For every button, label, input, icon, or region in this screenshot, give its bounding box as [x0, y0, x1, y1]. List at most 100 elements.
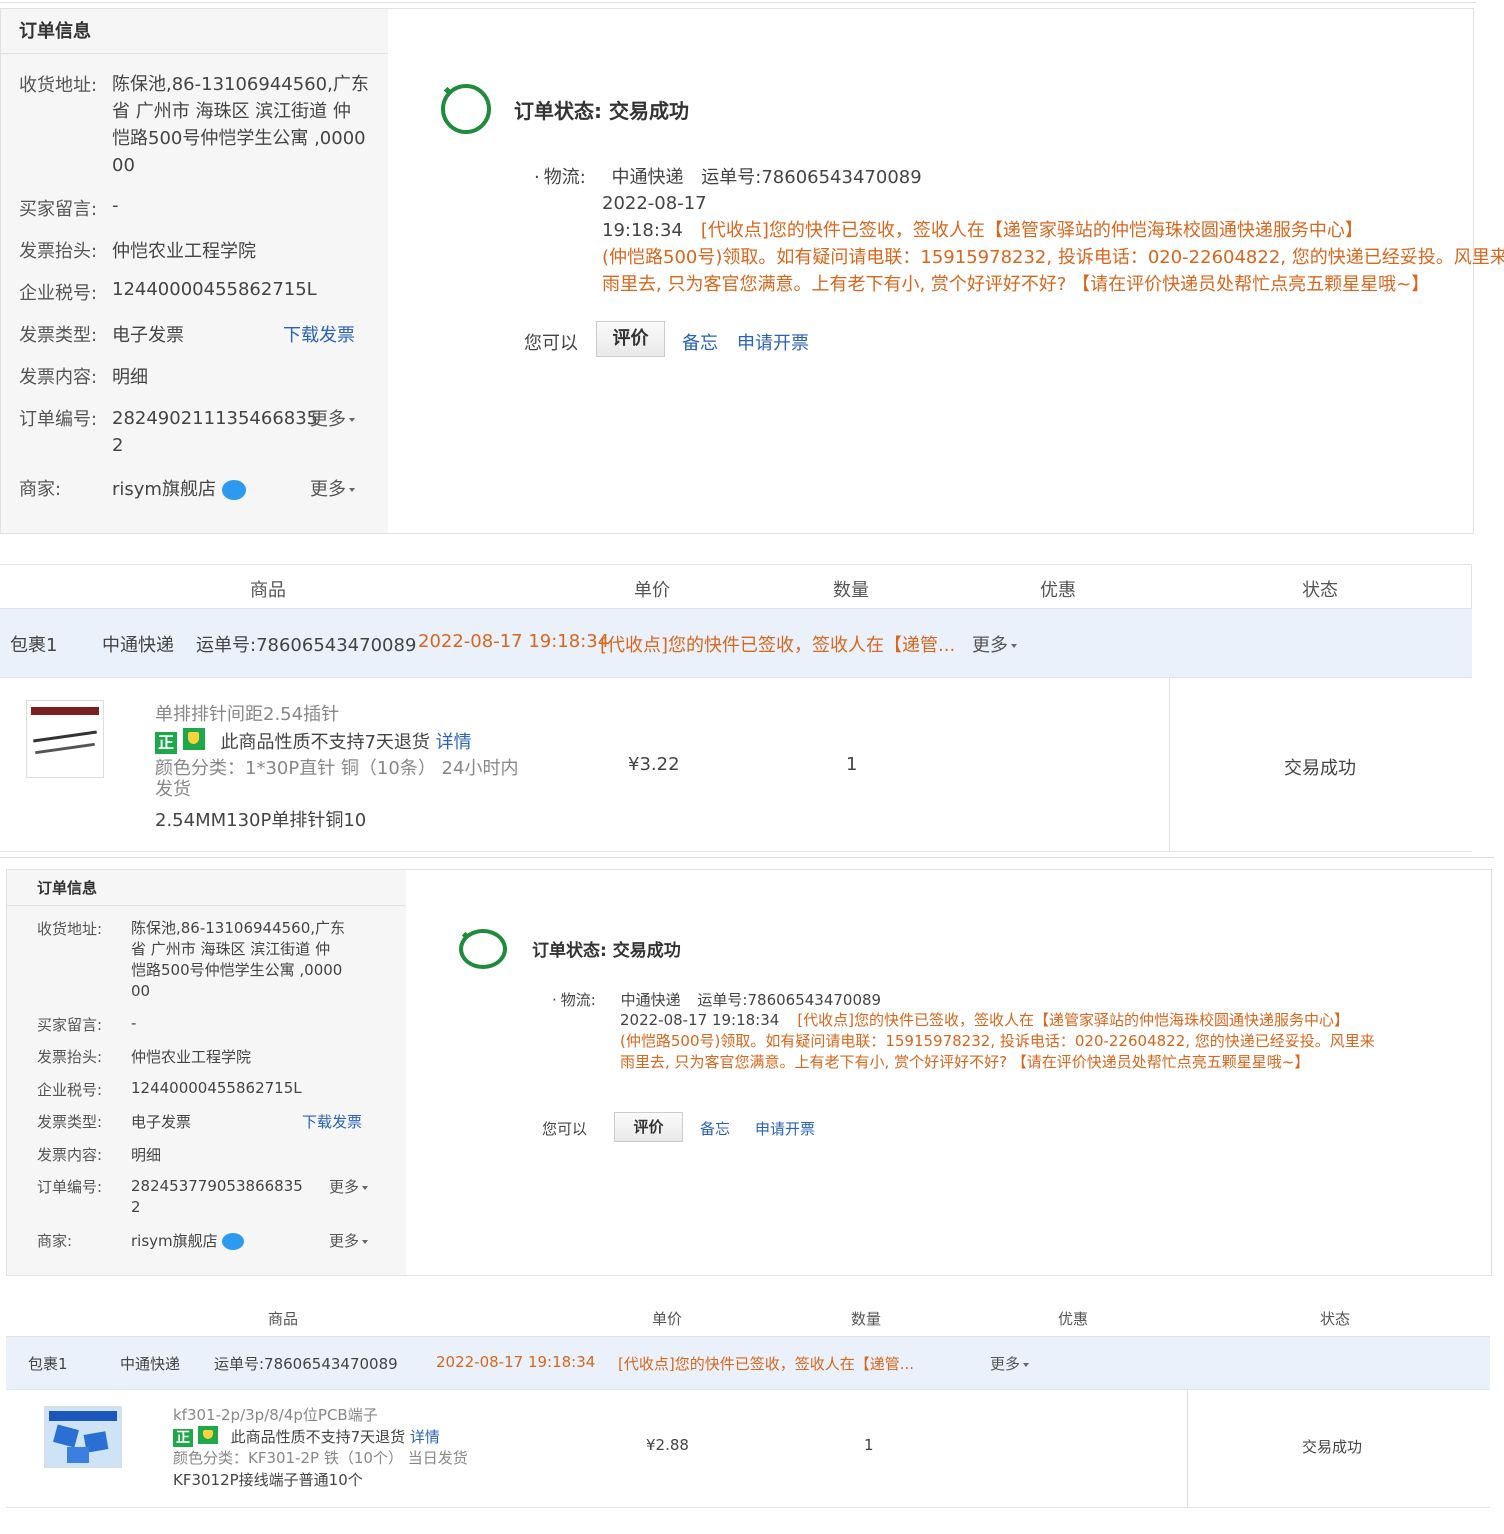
logistics-time: 2022-08-17 19:18:34 [620, 1011, 780, 1029]
you-can-label: 您可以 [524, 333, 578, 354]
you-can-label: 您可以 [542, 1120, 588, 1138]
order-more-dropdown[interactable]: 更多 [310, 405, 355, 431]
waybill-number: 运单号:78606543470089 [697, 991, 882, 1009]
carrier-name: 中通快递 [611, 167, 684, 188]
address-line: 00 [131, 982, 151, 1000]
invoice-title-value: 仲恺农业工程学院 [131, 1048, 252, 1066]
package-message: [代收点]您的快件已签收，签收人在【递管... [600, 635, 956, 656]
logistics-label: 物流: [543, 167, 586, 188]
order-no-line: 2 [112, 435, 124, 456]
order-no-label: 订单编号: [19, 409, 98, 430]
logistics-detail: 2022-08-17 19:18:34 [代收点]您的快件已签收，签收人在【递管家… [620, 1010, 1490, 1073]
invoice-type-label: 发票类型: [19, 325, 98, 346]
quantity: 1 [864, 1436, 874, 1454]
package-bar: 包裹1 中通快递 运单号:78606543470089 2022-08-17 1… [0, 608, 1472, 678]
thumbnail-terminal [53, 1424, 79, 1448]
logistics-message: 雨里去, 只为客官您满意。上有老下有小, 赏个好评好不好? 【请在评价快递员处帮… [620, 1053, 1310, 1071]
col-qty: 数量 [833, 580, 869, 601]
package-time: 2022-08-17 19:18:34 [436, 1353, 596, 1371]
seller-value: risym旗舰店 [112, 475, 246, 501]
logistics-message: (仲恺路500号)领取。如有疑问请电联：15915978232, 投诉电话：02… [620, 1032, 1375, 1050]
buyer-message-label: 买家留言: [19, 199, 98, 220]
col-status: 状态 [1302, 580, 1338, 601]
no-return-text: 此商品性质不支持7天退货 [230, 1428, 406, 1446]
invoice-title-label: 发票抬头: [37, 1048, 103, 1066]
apply-invoice-link[interactable]: 申请开票 [737, 329, 809, 355]
thumbnail-terminal [67, 1447, 89, 1463]
logistics-message: 雨里去, 只为客官您满意。上有老下有小, 赏个好评好不好? 【请在评价快递员处帮… [602, 274, 1430, 295]
address-line: 陈保池,86-13106944560,广东 [112, 74, 369, 95]
chat-icon[interactable] [221, 480, 246, 500]
sku-extra: KF3012P接线端子普通10个 [173, 1471, 363, 1489]
address-value: 陈保池,86-13106944560,广东 省 广州市 海珠区 滨江街道 仲 恺… [112, 71, 372, 179]
unit-price: ¥3.22 [628, 754, 680, 775]
tax-no-label: 企业税号: [19, 283, 98, 304]
unit-price: ¥2.88 [646, 1436, 689, 1454]
package-more-dropdown[interactable]: 更多 [972, 631, 1017, 657]
invoice-title-value: 仲恺农业工程学院 [112, 241, 256, 262]
address-label: 收货地址: [37, 920, 103, 938]
col-price: 单价 [634, 580, 670, 601]
product-thumbnail[interactable] [44, 1406, 122, 1468]
evaluate-button[interactable]: 评价 [614, 1112, 683, 1142]
col-discount: 优惠 [1058, 1310, 1089, 1328]
tax-no-value: 12440000455862715L [131, 1079, 302, 1097]
seller-value: risym旗舰店 [131, 1230, 245, 1251]
quantity: 1 [846, 754, 858, 775]
seller-more-dropdown[interactable]: 更多 [329, 1230, 368, 1251]
memo-link[interactable]: 备忘 [700, 1118, 730, 1139]
logistics-line: · 物流: 中通快递 运单号:78606543470089 [552, 991, 882, 1009]
seller-more-dropdown[interactable]: 更多 [310, 475, 355, 501]
order-info-title: 订单信息 [7, 870, 406, 906]
waybill-number: 运单号:78606543470089 [701, 167, 922, 188]
order-status-title: 订单状态: 交易成功 [532, 941, 681, 961]
package-carrier: 中通快递 [102, 635, 174, 656]
carrier-name: 中通快递 [620, 991, 681, 1009]
thumbnail-banner [49, 1411, 117, 1421]
package-more-dropdown[interactable]: 更多 [990, 1353, 1029, 1374]
package-bar: 包裹1 中通快递 运单号:78606543470089 2022-08-17 1… [6, 1336, 1490, 1390]
apply-invoice-link[interactable]: 申请开票 [755, 1118, 815, 1139]
seller-name[interactable]: risym旗舰店 [131, 1232, 218, 1250]
order-info-panel: 订单信息 收货地址: 陈保池,86-13106944560,广东 省 广州市 海… [6, 869, 407, 1276]
sku-line: 发货 [155, 779, 191, 800]
address-label: 收货地址: [19, 75, 98, 96]
buyer-message-label: 买家留言: [37, 1016, 103, 1034]
detail-link[interactable]: 详情 [436, 732, 472, 753]
buyer-message-value: - [131, 1014, 137, 1032]
product-name[interactable]: kf301-2p/3p/8/4p位PCB端子 [173, 1404, 378, 1425]
col-status: 状态 [1320, 1310, 1351, 1328]
order-no-line: 282453779053866835 [131, 1177, 303, 1195]
thumbnail-pin-strip [33, 730, 97, 743]
order-info-panel: 订单信息 收货地址: 陈保池,86-13106944560,广东 省 广州市 海… [0, 8, 389, 534]
detail-link[interactable]: 详情 [410, 1428, 440, 1446]
invoice-content-value: 明细 [112, 367, 148, 388]
success-check-icon [459, 929, 507, 969]
memo-link[interactable]: 备忘 [682, 329, 718, 355]
order-no-value: 28249021113546683​5 2 [112, 405, 318, 459]
logistics-message: [代收点]您的快件已签收，签收人在【递管家驿站的仲恺海珠校圆通快递服务中心】 [700, 220, 1363, 241]
column-divider [1169, 678, 1170, 852]
logistics-label: 物流: [560, 991, 596, 1009]
genuine-badge-icon: 正 [155, 732, 177, 754]
order-more-dropdown[interactable]: 更多 [329, 1176, 368, 1197]
order-no-line: 2 [131, 1198, 141, 1216]
package-carrier: 中通快递 [120, 1355, 181, 1373]
package-label: 包裹1 [10, 635, 58, 656]
package-message: [代收点]您的快件已签收，签收人在【递管... [618, 1355, 915, 1373]
invoice-content-label: 发票内容: [19, 367, 98, 388]
product-name[interactable]: 单排排针间距2.54插针 [155, 700, 339, 726]
seller-name[interactable]: risym旗舰店 [112, 479, 216, 500]
chat-icon[interactable] [222, 1233, 245, 1250]
download-invoice-link[interactable]: 下载发票 [302, 1111, 362, 1132]
tax-no-value: 12440000455862715L [112, 279, 317, 300]
product-thumbnail[interactable] [26, 700, 104, 778]
table-header: 商品 单价 数量 优惠 状态 [0, 564, 1472, 608]
order-no-line: 28249021113546683​5 [112, 408, 319, 429]
service-badges: 正 此商品性质不支持7天退货 详情 [173, 1426, 440, 1447]
seller-label: 商家: [19, 479, 62, 500]
download-invoice-link[interactable]: 下载发票 [283, 321, 355, 347]
logistics-time: 2022-08-17 19:18:34 [602, 193, 707, 241]
item-row: kf301-2p/3p/8/4p位PCB端子 正 此商品性质不支持7天退货 详情… [6, 1390, 1490, 1508]
evaluate-button[interactable]: 评价 [596, 321, 665, 357]
